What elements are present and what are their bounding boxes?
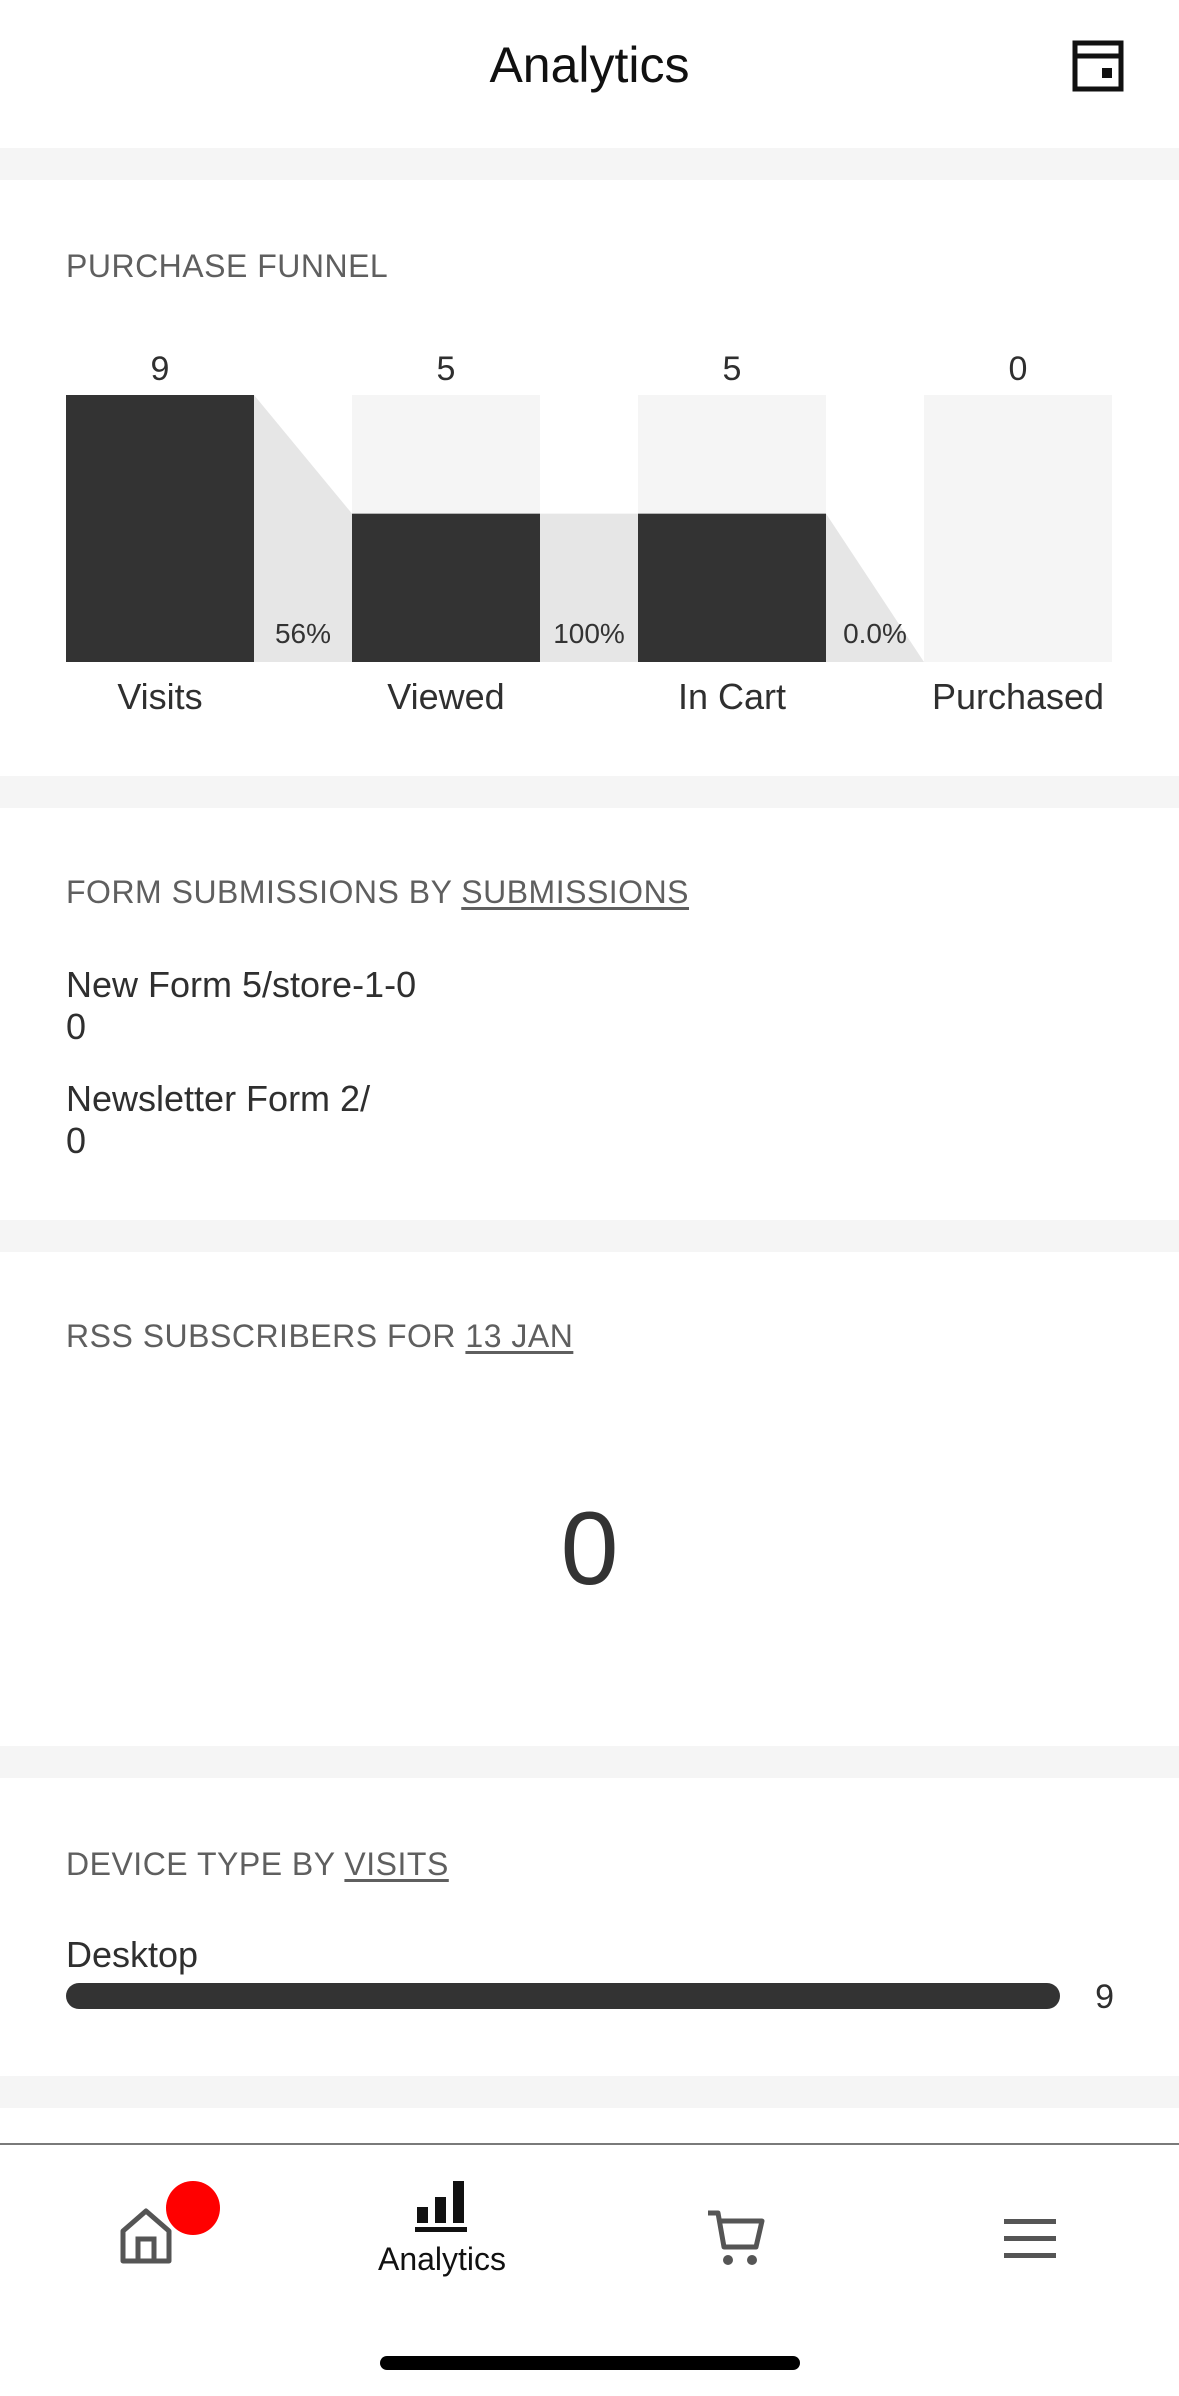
funnel-count-label: 5 xyxy=(722,350,742,388)
device-title: DEVICE TYPE BY VISITS xyxy=(66,1846,449,1883)
form-item-value: 0 xyxy=(66,1120,87,1161)
form-item-value: 0 xyxy=(66,1006,87,1047)
section-divider xyxy=(0,1746,1179,1778)
rss-title: RSS SUBSCRIBERS FOR 13 JAN xyxy=(66,1318,573,1355)
funnel-count-label: 5 xyxy=(436,350,456,388)
home-icon xyxy=(120,2208,172,2264)
notification-badge xyxy=(166,2181,220,2235)
nav-item-menu[interactable] xyxy=(930,2175,1130,2295)
rss-title-prefix: RSS SUBSCRIBERS FOR xyxy=(66,1318,466,1354)
funnel-stage-label: Purchased xyxy=(931,676,1105,717)
nav-item-home[interactable] xyxy=(48,2175,248,2295)
device-bar-track xyxy=(66,1983,1060,2009)
section-divider xyxy=(0,776,1179,808)
forms-title: FORM SUBMISSIONS BY SUBMISSIONS xyxy=(66,874,689,911)
rss-date-link[interactable]: 13 JAN xyxy=(465,1318,573,1354)
nav-item-commerce[interactable] xyxy=(636,2175,836,2295)
device-title-prefix: DEVICE TYPE BY xyxy=(66,1846,345,1882)
device-name: Desktop xyxy=(66,1934,199,1975)
device-metric-link[interactable]: VISITS xyxy=(344,1846,448,1882)
funnel-bar xyxy=(352,513,540,662)
rss-subscriber-count: 0 xyxy=(560,1491,619,1607)
funnel-stage-label: In Cart xyxy=(677,676,787,717)
analytics-screen: Analytics PURCHASE FUNNEL 9 Visits 5 Viewed… xyxy=(0,0,1179,2396)
device-count: 9 xyxy=(1095,1978,1114,2016)
funnel-stage-label: Visits xyxy=(117,676,203,717)
header: Analytics xyxy=(0,0,1179,148)
form-item-name: New Form 5/store-1-0 xyxy=(66,964,417,1005)
funnel-conversion-label: 56% xyxy=(274,618,332,649)
home-indicator[interactable] xyxy=(380,2356,800,2370)
calendar-icon[interactable] xyxy=(1072,40,1124,92)
funnel-bar xyxy=(638,513,826,662)
funnel-conversion-label: 0.0% xyxy=(843,618,907,649)
funnel-title: PURCHASE FUNNEL xyxy=(66,248,389,284)
funnel-count-label: 0 xyxy=(1008,350,1028,388)
funnel-bar xyxy=(66,395,254,662)
funnel-svg xyxy=(66,395,1112,662)
forms-metric-link[interactable]: SUBMISSIONS xyxy=(461,874,689,910)
purchase-funnel-chart: 9 Visits 5 Viewed 5 In Cart 0 Purchased 56% 100% 0… xyxy=(66,340,1114,730)
section-divider xyxy=(0,148,1179,180)
section-divider xyxy=(0,1220,1179,1252)
cart-icon xyxy=(708,2210,765,2265)
forms-title-prefix: FORM SUBMISSIONS BY xyxy=(66,874,462,910)
nav-item-analytics[interactable]: Analytics xyxy=(342,2175,542,2295)
form-item-name: Newsletter Form 2/ xyxy=(66,1078,371,1119)
funnel-stage-label: Viewed xyxy=(387,676,505,717)
funnel-count-label: 9 xyxy=(150,350,170,388)
page-title: Analytics xyxy=(489,37,690,93)
device-bar-fill xyxy=(66,1983,1060,2009)
funnel-conversion-label: 100% xyxy=(553,618,625,649)
funnel-bar-background xyxy=(924,395,1112,662)
analytics-icon xyxy=(415,2181,467,2232)
nav-label-analytics: Analytics xyxy=(377,2241,507,2277)
menu-icon xyxy=(1004,2219,1056,2258)
section-divider xyxy=(0,2076,1179,2108)
